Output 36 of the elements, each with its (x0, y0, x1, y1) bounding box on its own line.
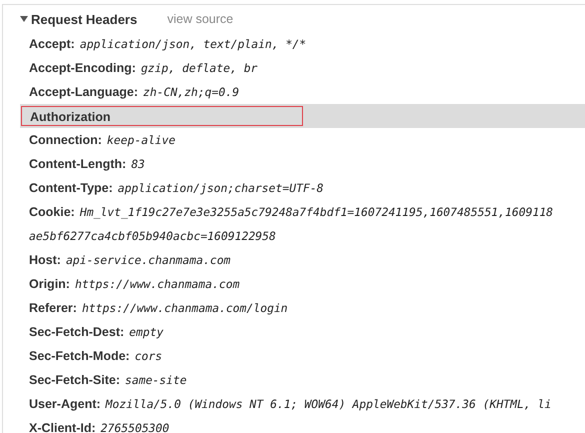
header-name: Content-Type: (29, 181, 113, 195)
header-value: application/json, text/plain, */* (80, 37, 306, 51)
header-name: Accept: (29, 37, 75, 51)
header-name: Host: (29, 253, 61, 267)
header-value: https://www.chanmama.com (74, 277, 240, 291)
header-value: Hm_lvt_1f19c27e7e3e3255a5c79248a7f4bdf1=1607241195,1607485551,1609118 (80, 205, 554, 219)
header-value: ae5bf6277ca4cbf05b940acbc=1609122958 (29, 229, 276, 243)
header-value: Mozilla/5.0 (Windows NT 6.1; WOW64) AppleWebKit/537.36 (KHTML, li (106, 397, 552, 411)
header-value: 83 (131, 157, 145, 171)
header-name: X-Client-Id: (29, 421, 96, 433)
header-name: User-Agent: (29, 397, 101, 411)
header-name: Accept-Language: (29, 85, 138, 99)
header-name: Content-Length: (29, 157, 126, 171)
header-value: keep-alive (106, 133, 176, 147)
header-value: same-site (125, 373, 187, 387)
header-value: zh-CN,zh;q=0.9 (143, 85, 240, 99)
header-name: Connection: (29, 133, 102, 147)
view-source-link[interactable]: view source (167, 12, 234, 26)
header-value: gzip, deflate, br (140, 61, 258, 75)
header-value: https://www.chanmama.com/login (82, 301, 288, 315)
collapse-triangle-icon[interactable] (20, 16, 28, 22)
header-name: Sec-Fetch-Dest: (29, 325, 124, 339)
header-value: empty (129, 325, 164, 339)
header-name: Accept-Encoding: (29, 61, 136, 75)
header-name: Authorization (21, 106, 303, 126)
header-value: 2765505300 (100, 421, 170, 433)
section-title[interactable]: Request Headers (31, 12, 138, 26)
header-name: Sec-Fetch-Site: (29, 373, 120, 387)
header-name: Cookie: (29, 205, 75, 219)
header-value: cors (134, 349, 162, 363)
header-value: api-service.chanmama.com (66, 253, 231, 267)
header-name: Origin: (29, 277, 70, 291)
header-name: Referer: (29, 301, 77, 315)
selected-row[interactable]: Authorization (20, 104, 585, 128)
header-value: application/json;charset=UTF-8 (118, 181, 324, 195)
header-name: Sec-Fetch-Mode: (29, 349, 130, 363)
